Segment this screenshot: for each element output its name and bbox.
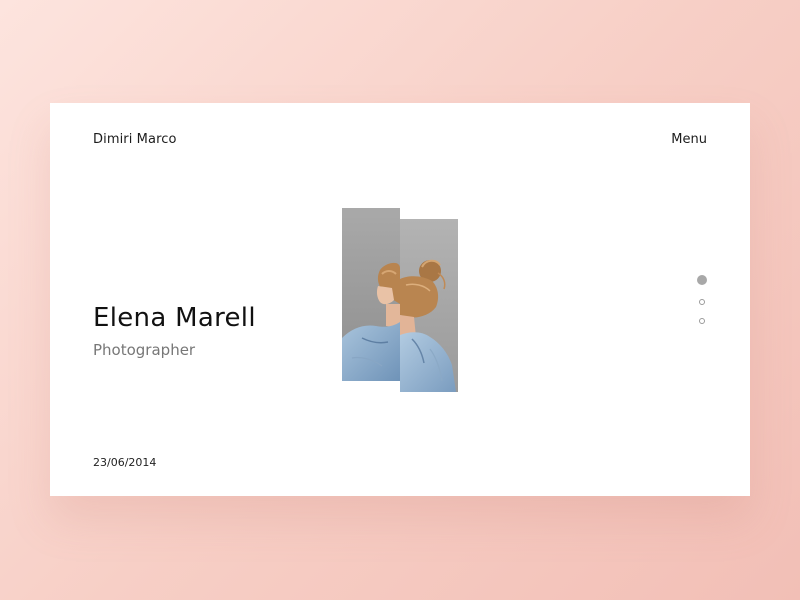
menu-button[interactable]: Menu bbox=[671, 132, 707, 147]
brand-name[interactable]: Dimiri Marco bbox=[93, 132, 177, 147]
slide-dot-1[interactable] bbox=[697, 275, 707, 285]
profile-role: Photographer bbox=[93, 341, 196, 359]
portrait-photo-left bbox=[342, 208, 400, 381]
slide-dot-3[interactable] bbox=[699, 318, 705, 324]
profile-date: 23/06/2014 bbox=[93, 456, 157, 469]
portrait-photo-right bbox=[400, 219, 458, 392]
profile-card: Dimiri Marco Menu Elena Marell Photograp… bbox=[50, 103, 750, 496]
slide-pagination bbox=[697, 275, 707, 324]
profile-name: Elena Marell bbox=[93, 303, 256, 333]
slide-dot-2[interactable] bbox=[699, 299, 705, 305]
